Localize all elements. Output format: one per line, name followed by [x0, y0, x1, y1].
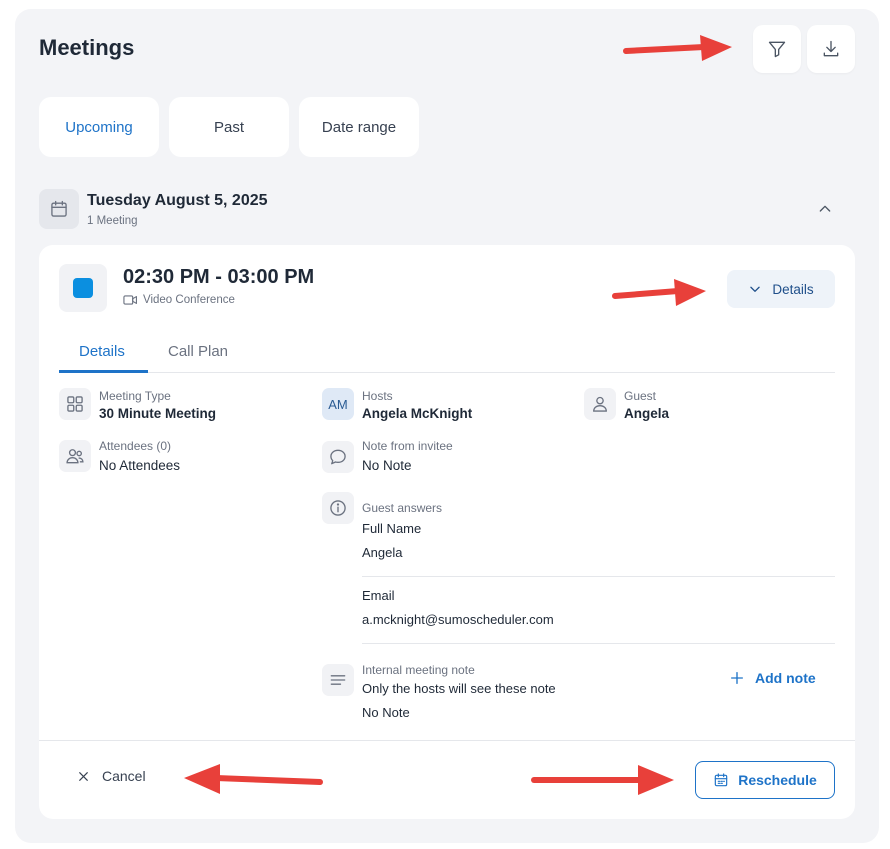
note-from-invitee-value: No Note	[362, 458, 412, 473]
host-avatar: AM	[322, 388, 354, 420]
page-title: Meetings	[39, 35, 135, 60]
grid-icon	[59, 388, 91, 420]
annotation-arrow	[184, 764, 323, 794]
hosts-value: Angela McKnight	[362, 406, 473, 421]
guest-label: Guest	[624, 389, 657, 403]
hosts-label: Hosts	[362, 389, 393, 403]
date-group-count: 1 Meeting	[87, 215, 138, 227]
active-tab-indicator	[59, 370, 148, 373]
close-icon	[79, 771, 88, 781]
download-icon	[823, 40, 839, 57]
add-note-label: Add note	[755, 670, 816, 686]
download-button[interactable]	[807, 25, 855, 73]
annotation-arrow	[531, 765, 674, 795]
meeting-type-label: Meeting Type	[99, 389, 171, 403]
meeting-time-range: 02:30 PM - 03:00 PM	[123, 266, 315, 288]
attendees-label: Attendees (0)	[99, 439, 172, 453]
details-toggle-label: Details	[772, 281, 814, 297]
note-from-invitee-label: Note from invitee	[362, 439, 453, 453]
detail-tabs: Details Call Plan	[59, 333, 835, 373]
meeting-card	[39, 245, 855, 819]
answers-divider	[362, 643, 835, 644]
annotation-arrow	[623, 35, 732, 61]
internal-note-label: Internal meeting note	[362, 663, 475, 677]
meeting-color-swatch	[73, 278, 93, 298]
meeting-color-tile	[59, 264, 107, 312]
guest-answers-label: Guest answers	[362, 501, 443, 515]
tab-past[interactable]: Past	[169, 97, 289, 157]
filter-icon	[768, 41, 786, 58]
details-toggle-button[interactable]: Details	[727, 270, 835, 308]
reschedule-button[interactable]: Reschedule	[695, 761, 835, 799]
users-icon	[59, 440, 91, 472]
guest-answer-value: a.mcknight@sumoscheduler.com	[362, 612, 554, 627]
attendees-value: No Attendees	[99, 458, 181, 473]
footer-divider	[39, 740, 855, 741]
add-note-button[interactable]: Add note	[729, 670, 816, 686]
filter-button[interactable]	[753, 25, 801, 73]
calendar-icon	[39, 189, 79, 229]
meeting-location-label: Video Conference	[143, 294, 235, 306]
internal-note-hint: Only the hosts will see these note	[362, 681, 556, 696]
guest-answer-question: Full Name	[362, 521, 422, 536]
info-icon	[322, 492, 354, 524]
tab-upcoming[interactable]: Upcoming	[39, 97, 159, 157]
meeting-location: Video Conference	[123, 294, 235, 306]
tab-call-plan[interactable]: Call Plan	[168, 343, 228, 360]
tab-date-range[interactable]: Date range	[299, 97, 419, 157]
guest-answer-question: Email	[362, 588, 395, 603]
calendar-icon	[714, 773, 728, 787]
cancel-button[interactable]: Cancel	[77, 768, 146, 784]
tab-details[interactable]: Details	[79, 343, 125, 360]
chat-bubble-icon	[322, 441, 354, 473]
date-group-title: Tuesday August 5, 2025	[87, 192, 268, 209]
cancel-label: Cancel	[102, 768, 146, 784]
user-icon	[584, 388, 616, 420]
internal-note-value: No Note	[362, 705, 410, 720]
chevron-down-icon	[750, 286, 761, 292]
chevron-up-icon[interactable]	[814, 198, 836, 220]
meeting-type-value: 30 Minute Meeting	[99, 406, 217, 421]
reschedule-label: Reschedule	[738, 772, 817, 788]
guest-answer-value: Angela	[362, 545, 403, 560]
lines-icon	[322, 664, 354, 696]
annotation-arrow	[612, 279, 706, 306]
answers-divider	[362, 576, 835, 577]
plus-icon	[731, 672, 743, 684]
video-camera-icon	[123, 295, 137, 305]
guest-value: Angela	[624, 406, 670, 421]
